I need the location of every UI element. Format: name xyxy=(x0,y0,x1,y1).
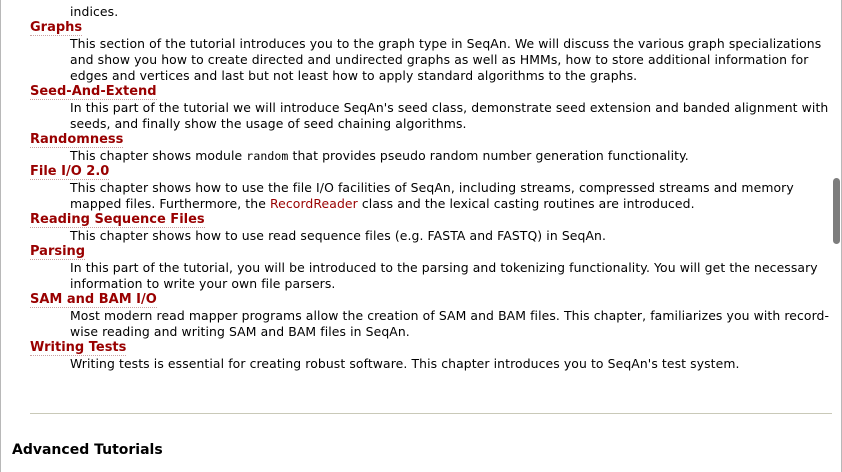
vertical-scrollbar-thumb[interactable] xyxy=(833,178,840,244)
reading-sequence-files-description: This chapter shows how to use read seque… xyxy=(70,228,607,243)
record-reader-link[interactable]: RecordReader xyxy=(270,196,358,211)
tutorial-item-graphs: Graphs xyxy=(30,20,830,36)
tutorial-list: indices. Graphs This section of the tuto… xyxy=(30,4,830,372)
randomness-description: This chapter shows module random that pr… xyxy=(70,148,830,164)
tutorial-item-reading-sequence-files: Reading Sequence Files xyxy=(30,212,830,228)
reading-sequence-files-link[interactable]: Reading Sequence Files xyxy=(30,212,205,228)
tutorial-item-sam-bam-io: SAM and BAM I/O xyxy=(30,292,830,308)
randomness-desc-text-2: that provides pseudo random number gener… xyxy=(288,148,689,163)
file-io-link[interactable]: File I/O 2.0 xyxy=(30,164,110,180)
random-module-code: random xyxy=(246,149,289,163)
graphs-description: This section of the tutorial introduces … xyxy=(70,36,822,83)
tutorial-item-randomness: Randomness xyxy=(30,132,830,148)
file-io-desc-text-2: class and the lexical casting routines a… xyxy=(357,196,695,211)
tutorial-item-file-io: File I/O 2.0 xyxy=(30,164,830,180)
writing-tests-link[interactable]: Writing Tests xyxy=(30,340,127,356)
randomness-desc-text-1: This chapter shows module xyxy=(70,148,247,163)
tutorial-item-writing-tests: Writing Tests xyxy=(30,340,830,356)
browser-viewport: indices. Graphs This section of the tuto… xyxy=(0,0,842,472)
seed-and-extend-description: In this part of the tutorial we will int… xyxy=(70,100,829,131)
graphs-link[interactable]: Graphs xyxy=(30,20,83,36)
advanced-tutorials-heading: Advanced Tutorials xyxy=(12,442,163,458)
previous-item-description-fragment: indices. xyxy=(70,4,119,19)
randomness-link[interactable]: Randomness xyxy=(30,132,124,148)
seed-and-extend-link[interactable]: Seed-And-Extend xyxy=(30,84,157,100)
sam-bam-io-description: Most modern read mapper programs allow t… xyxy=(70,308,830,339)
writing-tests-description: Writing tests is essential for creating … xyxy=(70,356,740,371)
tutorial-list-content: indices. Graphs This section of the tuto… xyxy=(30,4,830,372)
section-divider xyxy=(30,413,832,414)
file-io-description: This chapter shows how to use the file I… xyxy=(70,180,830,212)
parsing-description: In this part of the tutorial, you will b… xyxy=(70,260,818,291)
parsing-link[interactable]: Parsing xyxy=(30,244,86,260)
tutorial-item-parsing: Parsing xyxy=(30,244,830,260)
tutorial-item-seed-and-extend: Seed-And-Extend xyxy=(30,84,830,100)
sam-bam-io-link[interactable]: SAM and BAM I/O xyxy=(30,292,157,308)
